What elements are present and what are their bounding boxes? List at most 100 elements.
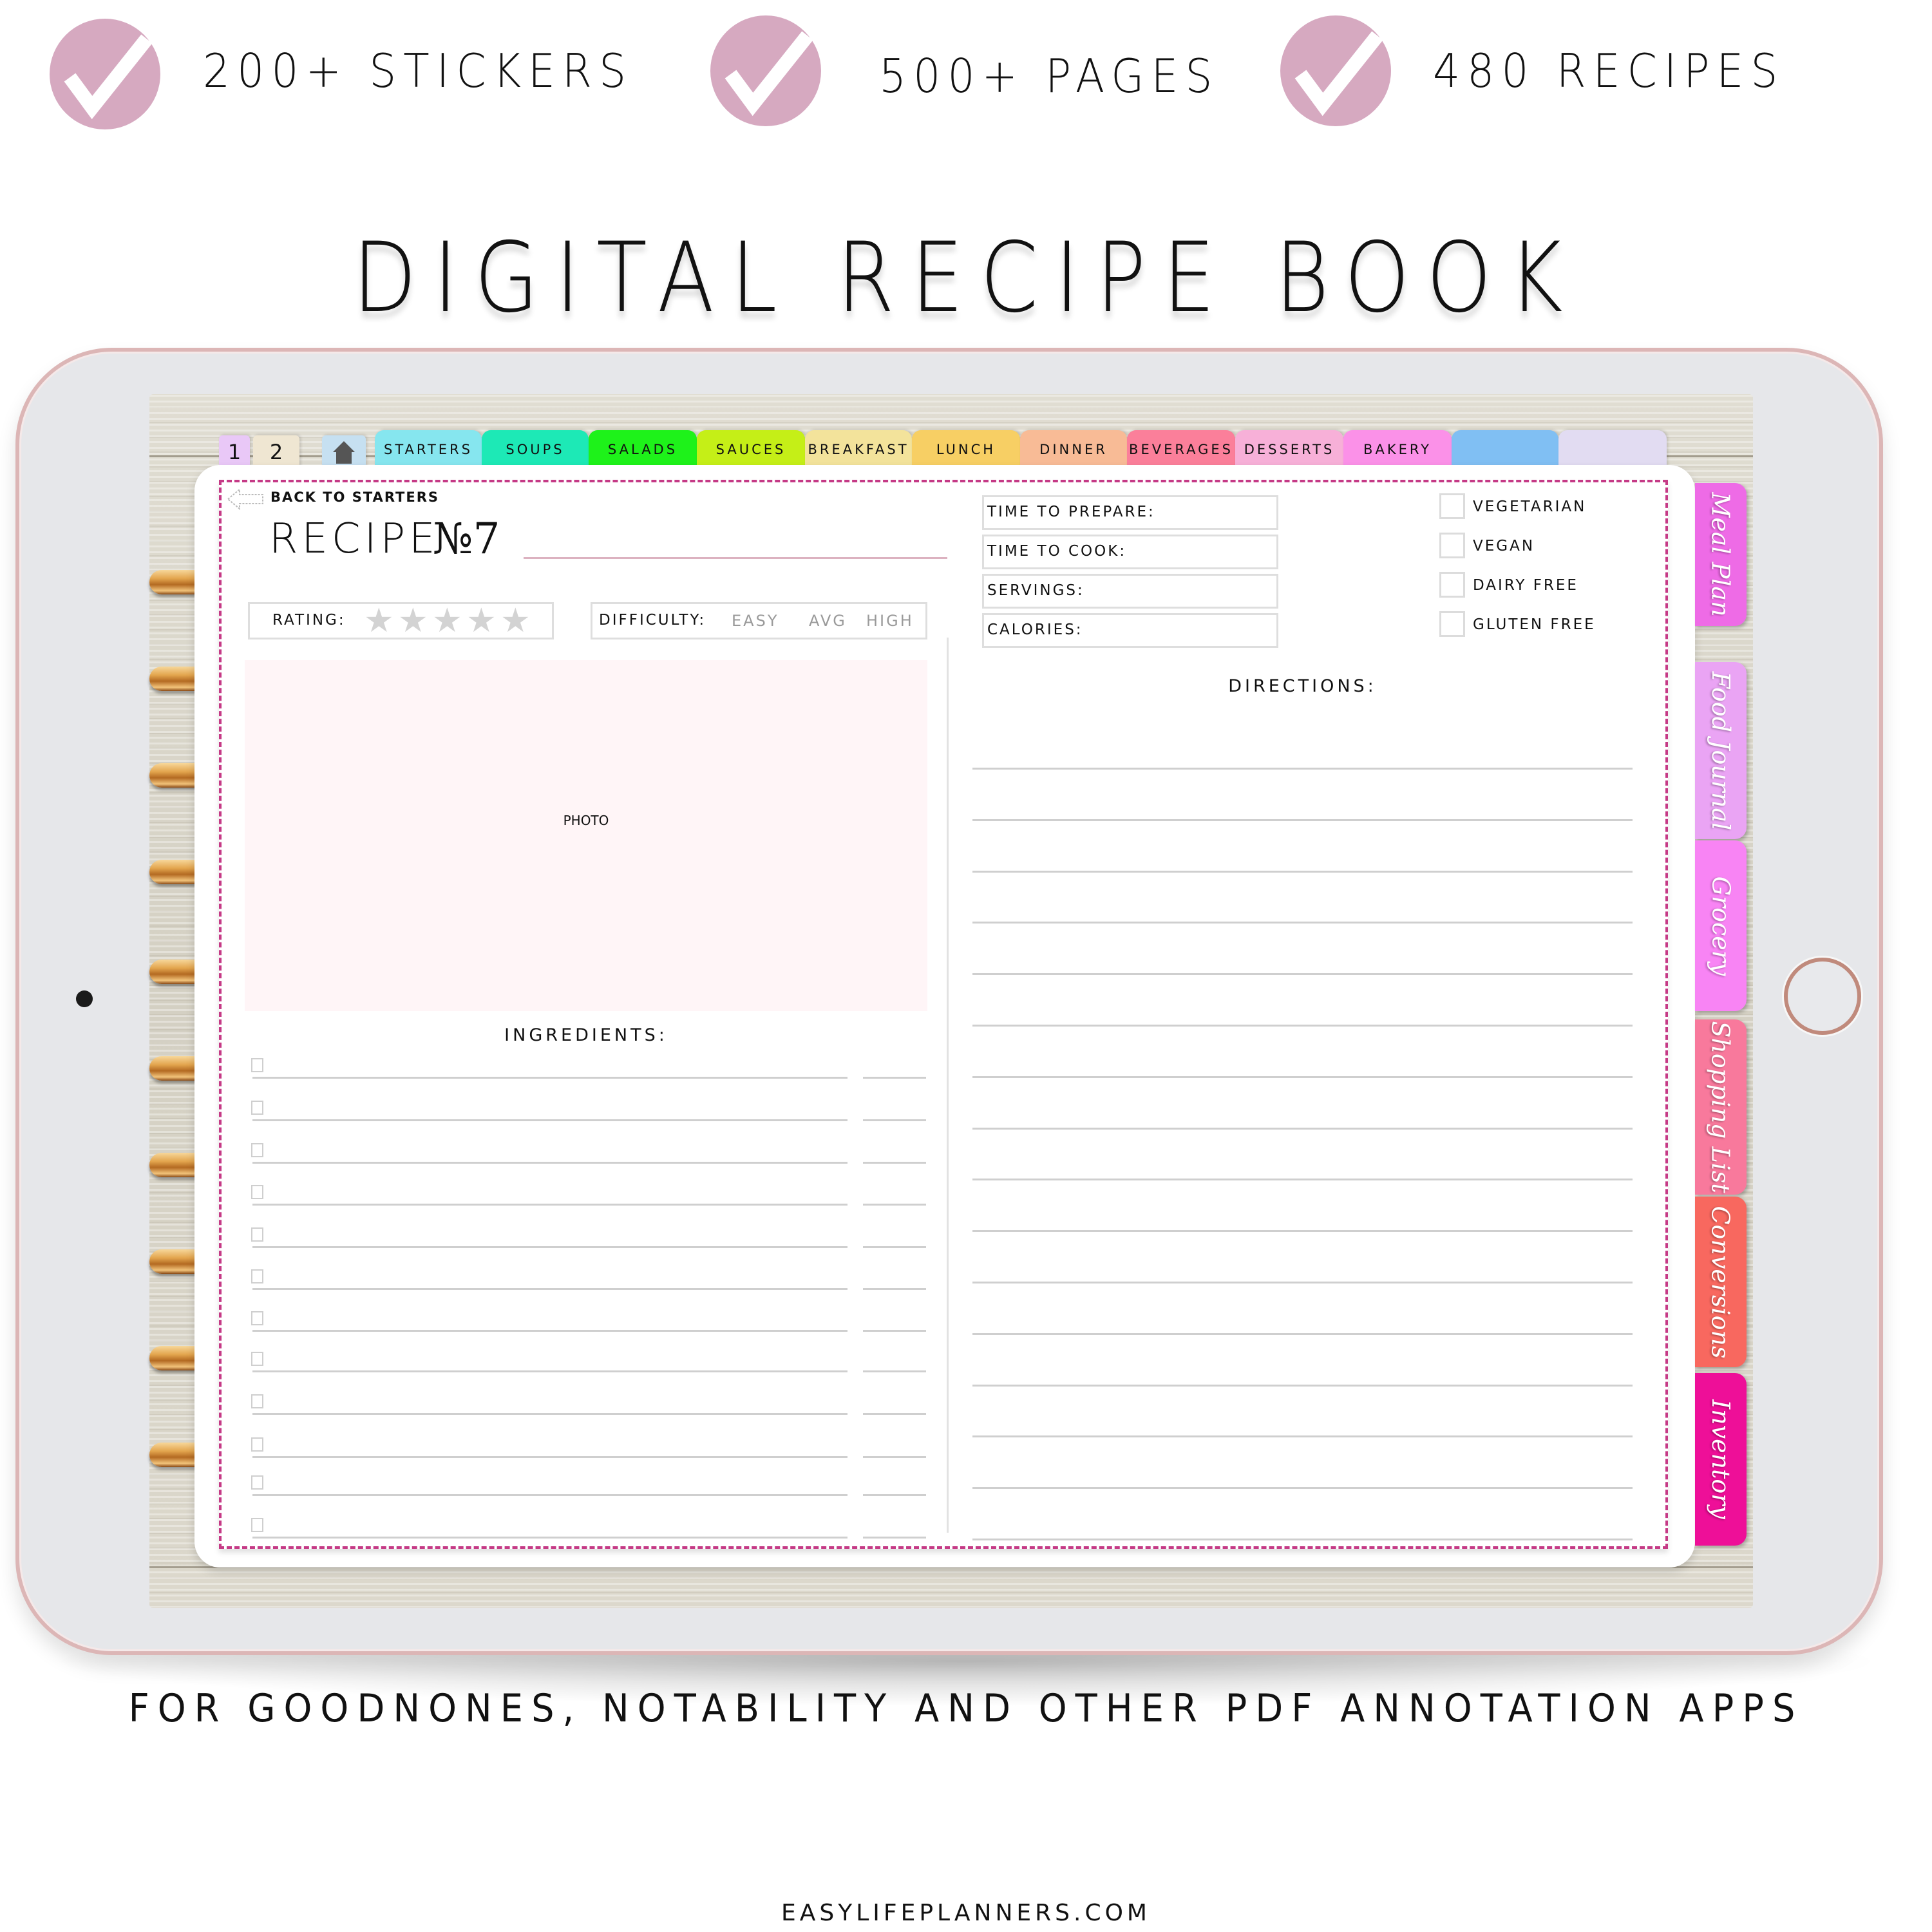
ingredient-input[interactable] xyxy=(252,1456,848,1458)
back-arrow-icon xyxy=(227,488,263,511)
ingredient-quantity-input[interactable] xyxy=(863,1246,926,1248)
page-dashed-border xyxy=(219,480,1668,1549)
ingredient-checkbox[interactable] xyxy=(251,1352,263,1366)
ingredient-quantity-input[interactable] xyxy=(863,1370,926,1372)
ingredient-quantity-input[interactable] xyxy=(863,1288,926,1290)
ingredient-checkbox[interactable] xyxy=(251,1394,263,1408)
side-tab-meal-plan[interactable]: Meal Plan xyxy=(1695,483,1747,626)
ingredient-input[interactable] xyxy=(252,1370,848,1372)
ingredient-checkbox[interactable] xyxy=(251,1518,263,1532)
direction-line-input[interactable] xyxy=(972,1487,1633,1490)
star-icon[interactable]: ★ xyxy=(364,604,394,638)
ingredient-quantity-input[interactable] xyxy=(863,1204,926,1206)
info-field-label: TIME TO PREPARE: xyxy=(987,504,1155,520)
ingredient-input[interactable] xyxy=(252,1077,848,1079)
ingredient-input[interactable] xyxy=(252,1537,848,1539)
tab-dinner[interactable]: DINNER xyxy=(1020,430,1127,469)
diet-checkbox[interactable] xyxy=(1439,611,1465,637)
star-icon[interactable]: ★ xyxy=(466,604,497,638)
ingredient-input[interactable] xyxy=(252,1288,848,1290)
website-url[interactable]: EASYLIFEPLANNERS.COM xyxy=(0,1900,1932,1926)
side-tab-grocery[interactable]: Grocery xyxy=(1695,840,1747,1011)
direction-line-input[interactable] xyxy=(972,1384,1633,1387)
ingredient-quantity-input[interactable] xyxy=(863,1494,926,1496)
direction-line-input[interactable] xyxy=(972,1435,1633,1438)
ingredient-quantity-input[interactable] xyxy=(863,1119,926,1121)
ingredient-quantity-input[interactable] xyxy=(863,1413,926,1415)
tab-breakfast[interactable]: BREAKFAST xyxy=(805,430,912,469)
direction-line-input[interactable] xyxy=(972,1179,1633,1181)
ingredient-checkbox[interactable] xyxy=(251,1269,263,1283)
home-button[interactable] xyxy=(1784,958,1861,1035)
ingredient-input[interactable] xyxy=(252,1330,848,1332)
tab-desserts[interactable]: DESSERTS xyxy=(1235,430,1343,469)
difficulty-easy[interactable]: EASY xyxy=(732,612,779,630)
tab-sauces[interactable]: SAUCES xyxy=(697,430,805,469)
ingredient-quantity-input[interactable] xyxy=(863,1537,926,1539)
star-icon[interactable]: ★ xyxy=(500,604,531,638)
direction-line-input[interactable] xyxy=(972,1539,1633,1540)
tab-soups[interactable]: SOUPS xyxy=(482,430,589,469)
tab-label: BAKERY xyxy=(1363,442,1432,457)
direction-line-input[interactable] xyxy=(972,1230,1633,1233)
ingredient-checkbox[interactable] xyxy=(251,1437,263,1452)
direction-line-input[interactable] xyxy=(972,1025,1633,1027)
back-to-starters-link[interactable]: BACK TO STARTERS xyxy=(270,489,439,505)
tab-bakery[interactable]: BAKERY xyxy=(1343,430,1452,469)
diet-checkbox[interactable] xyxy=(1439,533,1465,558)
ingredient-checkbox[interactable] xyxy=(251,1143,263,1157)
ingredient-checkbox[interactable] xyxy=(251,1227,263,1242)
tab-page-2[interactable]: 2 xyxy=(253,435,299,469)
star-icon[interactable]: ★ xyxy=(432,604,462,638)
direction-line-input[interactable] xyxy=(972,1332,1633,1335)
tab-label: LUNCH xyxy=(936,442,996,457)
tab-blank-blue[interactable] xyxy=(1452,430,1558,469)
ingredient-input[interactable] xyxy=(252,1204,848,1206)
ingredient-input[interactable] xyxy=(252,1246,848,1248)
ingredient-checkbox[interactable] xyxy=(251,1058,263,1072)
photo-area[interactable] xyxy=(245,660,927,1011)
ingredient-input[interactable] xyxy=(252,1119,848,1121)
ingredient-checkbox[interactable] xyxy=(251,1475,263,1490)
ingredient-checkbox[interactable] xyxy=(251,1311,263,1325)
ingredient-quantity-input[interactable] xyxy=(863,1077,926,1079)
ingredient-checkbox[interactable] xyxy=(251,1185,263,1199)
direction-line-input[interactable] xyxy=(972,768,1633,770)
main-title: DIGITAL RECIPE BOOK xyxy=(352,222,1580,334)
direction-line-input[interactable] xyxy=(972,1282,1633,1283)
tab-label: BREAKFAST xyxy=(808,442,909,457)
ingredient-input[interactable] xyxy=(252,1413,848,1415)
ingredient-quantity-input[interactable] xyxy=(863,1330,926,1332)
ingredient-checkbox[interactable] xyxy=(251,1101,263,1115)
side-tab-shopping-list[interactable]: Shopping List xyxy=(1695,1019,1747,1195)
diet-label: VEGETARIAN xyxy=(1473,498,1587,515)
side-tab-inventory[interactable]: Inventory xyxy=(1695,1373,1747,1546)
ingredient-input[interactable] xyxy=(252,1494,848,1496)
direction-line-input[interactable] xyxy=(972,922,1633,924)
direction-line-input[interactable] xyxy=(972,1075,1633,1078)
direction-line-input[interactable] xyxy=(972,819,1633,821)
side-tab-food-journal[interactable]: Food Journal xyxy=(1695,662,1747,839)
tab-home[interactable] xyxy=(322,435,366,469)
difficulty-avg[interactable]: AVG xyxy=(809,612,847,630)
ingredient-quantity-input[interactable] xyxy=(863,1162,926,1164)
direction-line-input[interactable] xyxy=(972,870,1633,873)
ingredient-quantity-input[interactable] xyxy=(863,1456,926,1458)
ingredient-input[interactable] xyxy=(252,1162,848,1164)
tab-starters[interactable]: STARTERS xyxy=(375,430,482,469)
side-tab-conversions[interactable]: Conversions xyxy=(1695,1197,1747,1367)
tab-blank-lavender[interactable] xyxy=(1558,430,1667,469)
diet-checkbox[interactable] xyxy=(1439,493,1465,519)
recipe-name-input[interactable] xyxy=(524,557,947,559)
feature-recipes: 480 RECIPES xyxy=(1433,44,1785,98)
tab-page-1[interactable]: 1 xyxy=(219,435,250,469)
tab-salads[interactable]: SALADS xyxy=(589,430,697,469)
tab-lunch[interactable]: LUNCH xyxy=(912,430,1020,469)
diet-checkbox[interactable] xyxy=(1439,572,1465,598)
ingredient-row xyxy=(251,1269,927,1295)
difficulty-high[interactable]: HIGH xyxy=(866,612,914,630)
star-icon[interactable]: ★ xyxy=(398,604,428,638)
tab-beverages[interactable]: BEVERAGES xyxy=(1127,430,1235,469)
direction-line-input[interactable] xyxy=(972,973,1633,976)
direction-line-input[interactable] xyxy=(972,1127,1633,1130)
